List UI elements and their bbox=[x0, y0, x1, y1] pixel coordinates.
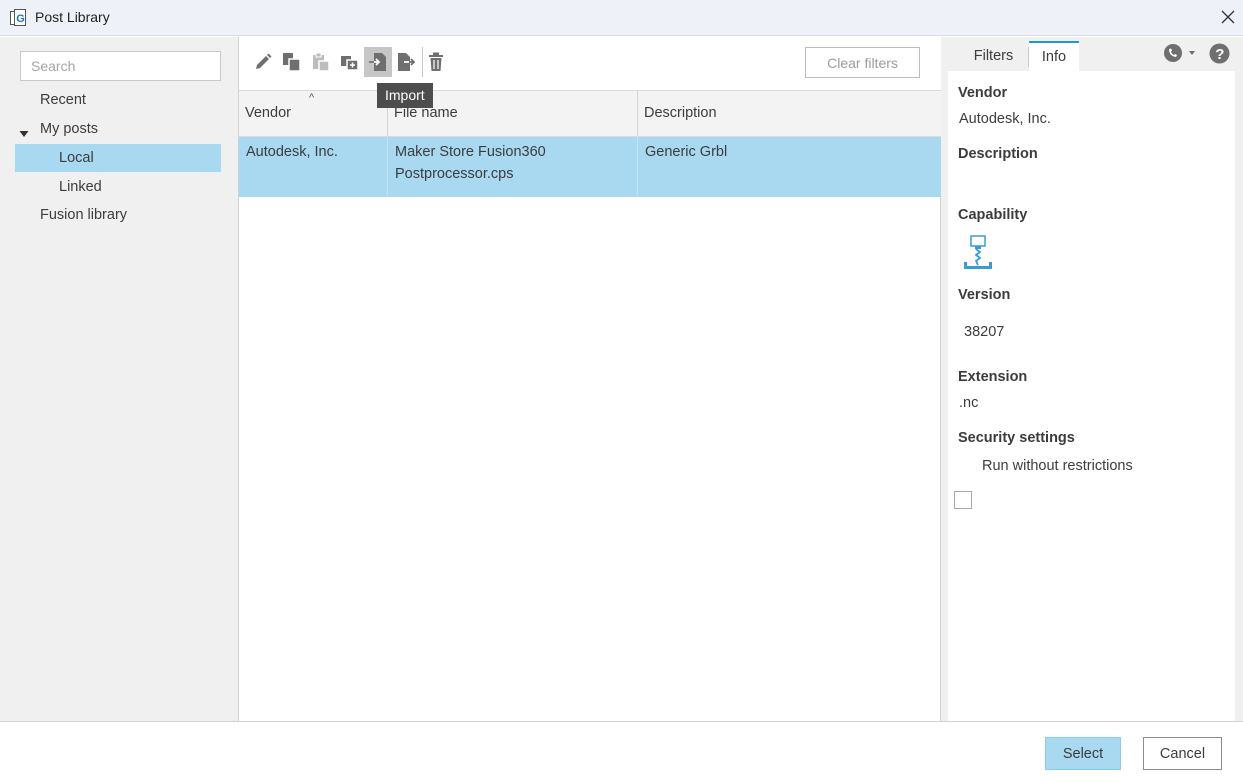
tab-filters[interactable]: Filters bbox=[961, 41, 1026, 71]
support-dropdown-icon[interactable] bbox=[1163, 43, 1195, 63]
extension-value: .nc bbox=[959, 395, 979, 411]
description-label: Description bbox=[958, 146, 1038, 162]
vendor-label: Vendor bbox=[958, 85, 1008, 101]
sidebar-item-my-posts[interactable]: My posts bbox=[40, 115, 220, 143]
trash-icon[interactable] bbox=[422, 47, 450, 77]
svg-text:?: ? bbox=[1215, 46, 1224, 63]
capability-label: Capability bbox=[958, 207, 1028, 223]
cell-file-name: Maker Store Fusion360 Postprocessor.cps bbox=[388, 137, 638, 197]
post-list-area: Clear filters ^ Vendor File name Descrip… bbox=[239, 37, 941, 721]
close-icon[interactable] bbox=[1213, 0, 1243, 34]
cell-description: Generic Grbl bbox=[645, 144, 728, 160]
toolbar: Clear filters bbox=[239, 37, 941, 90]
version-label: Version bbox=[958, 287, 1011, 303]
version-value: 38207 bbox=[964, 324, 1005, 340]
sidebar-item-fusion-library[interactable]: Fusion library bbox=[40, 201, 220, 229]
column-label: Vendor bbox=[245, 105, 291, 121]
paste-icon[interactable] bbox=[307, 47, 335, 77]
sidebar: Recent My posts Local Linked Fusion libr… bbox=[0, 37, 239, 721]
details-panel: Filters Info ? Vendor Autodesk, Inc. Des… bbox=[941, 37, 1243, 721]
search-input[interactable] bbox=[20, 51, 221, 81]
help-icon[interactable]: ? bbox=[1209, 43, 1230, 64]
import-tooltip: Import bbox=[377, 83, 433, 108]
copy-icon[interactable] bbox=[278, 47, 306, 77]
vendor-value: Autodesk, Inc. bbox=[959, 111, 1051, 127]
sidebar-item-linked[interactable]: Linked bbox=[59, 173, 219, 201]
run-without-restrictions-label[interactable]: Run without restrictions bbox=[982, 458, 1133, 474]
info-content: Vendor Autodesk, Inc. Description Capabi… bbox=[948, 71, 1235, 721]
duplicate-icon[interactable] bbox=[336, 47, 364, 77]
sidebar-item-recent[interactable]: Recent bbox=[40, 86, 220, 114]
import-icon[interactable] bbox=[364, 47, 392, 77]
dialog-footer: Select Cancel bbox=[0, 721, 1243, 782]
sidebar-item-local[interactable]: Local bbox=[15, 144, 221, 172]
title-bar: G Post Library bbox=[0, 0, 1243, 36]
select-button[interactable]: Select bbox=[1045, 737, 1121, 770]
file-name-line: Maker Store Fusion360 bbox=[395, 144, 546, 160]
file-name-line: Postprocessor.cps bbox=[395, 166, 514, 182]
milling-icon bbox=[962, 235, 996, 275]
cell-vendor: Autodesk, Inc. bbox=[239, 137, 388, 197]
post-library-app-icon: G bbox=[8, 8, 28, 28]
table-row[interactable]: Autodesk, Inc. Maker Store Fusion360 Pos… bbox=[239, 137, 941, 197]
table-header: ^ Vendor File name Description bbox=[239, 90, 941, 137]
export-icon[interactable] bbox=[392, 47, 420, 77]
cancel-button[interactable]: Cancel bbox=[1143, 737, 1222, 770]
sort-ascending-icon: ^ bbox=[309, 92, 315, 104]
column-header-description[interactable]: Description bbox=[638, 91, 941, 136]
security-settings-label: Security settings bbox=[958, 430, 1075, 446]
window-title: Post Library bbox=[35, 9, 110, 25]
clear-filters-button[interactable]: Clear filters bbox=[805, 47, 920, 78]
extension-label: Extension bbox=[958, 369, 1028, 385]
tab-info[interactable]: Info bbox=[1029, 41, 1079, 71]
pencil-icon[interactable] bbox=[249, 47, 277, 77]
column-header-vendor[interactable]: ^ Vendor bbox=[239, 91, 388, 136]
svg-text:G: G bbox=[16, 13, 25, 25]
column-label: Description bbox=[644, 105, 717, 121]
run-without-restrictions-checkbox[interactable] bbox=[954, 491, 972, 509]
expand-arrow-icon[interactable] bbox=[19, 126, 29, 137]
